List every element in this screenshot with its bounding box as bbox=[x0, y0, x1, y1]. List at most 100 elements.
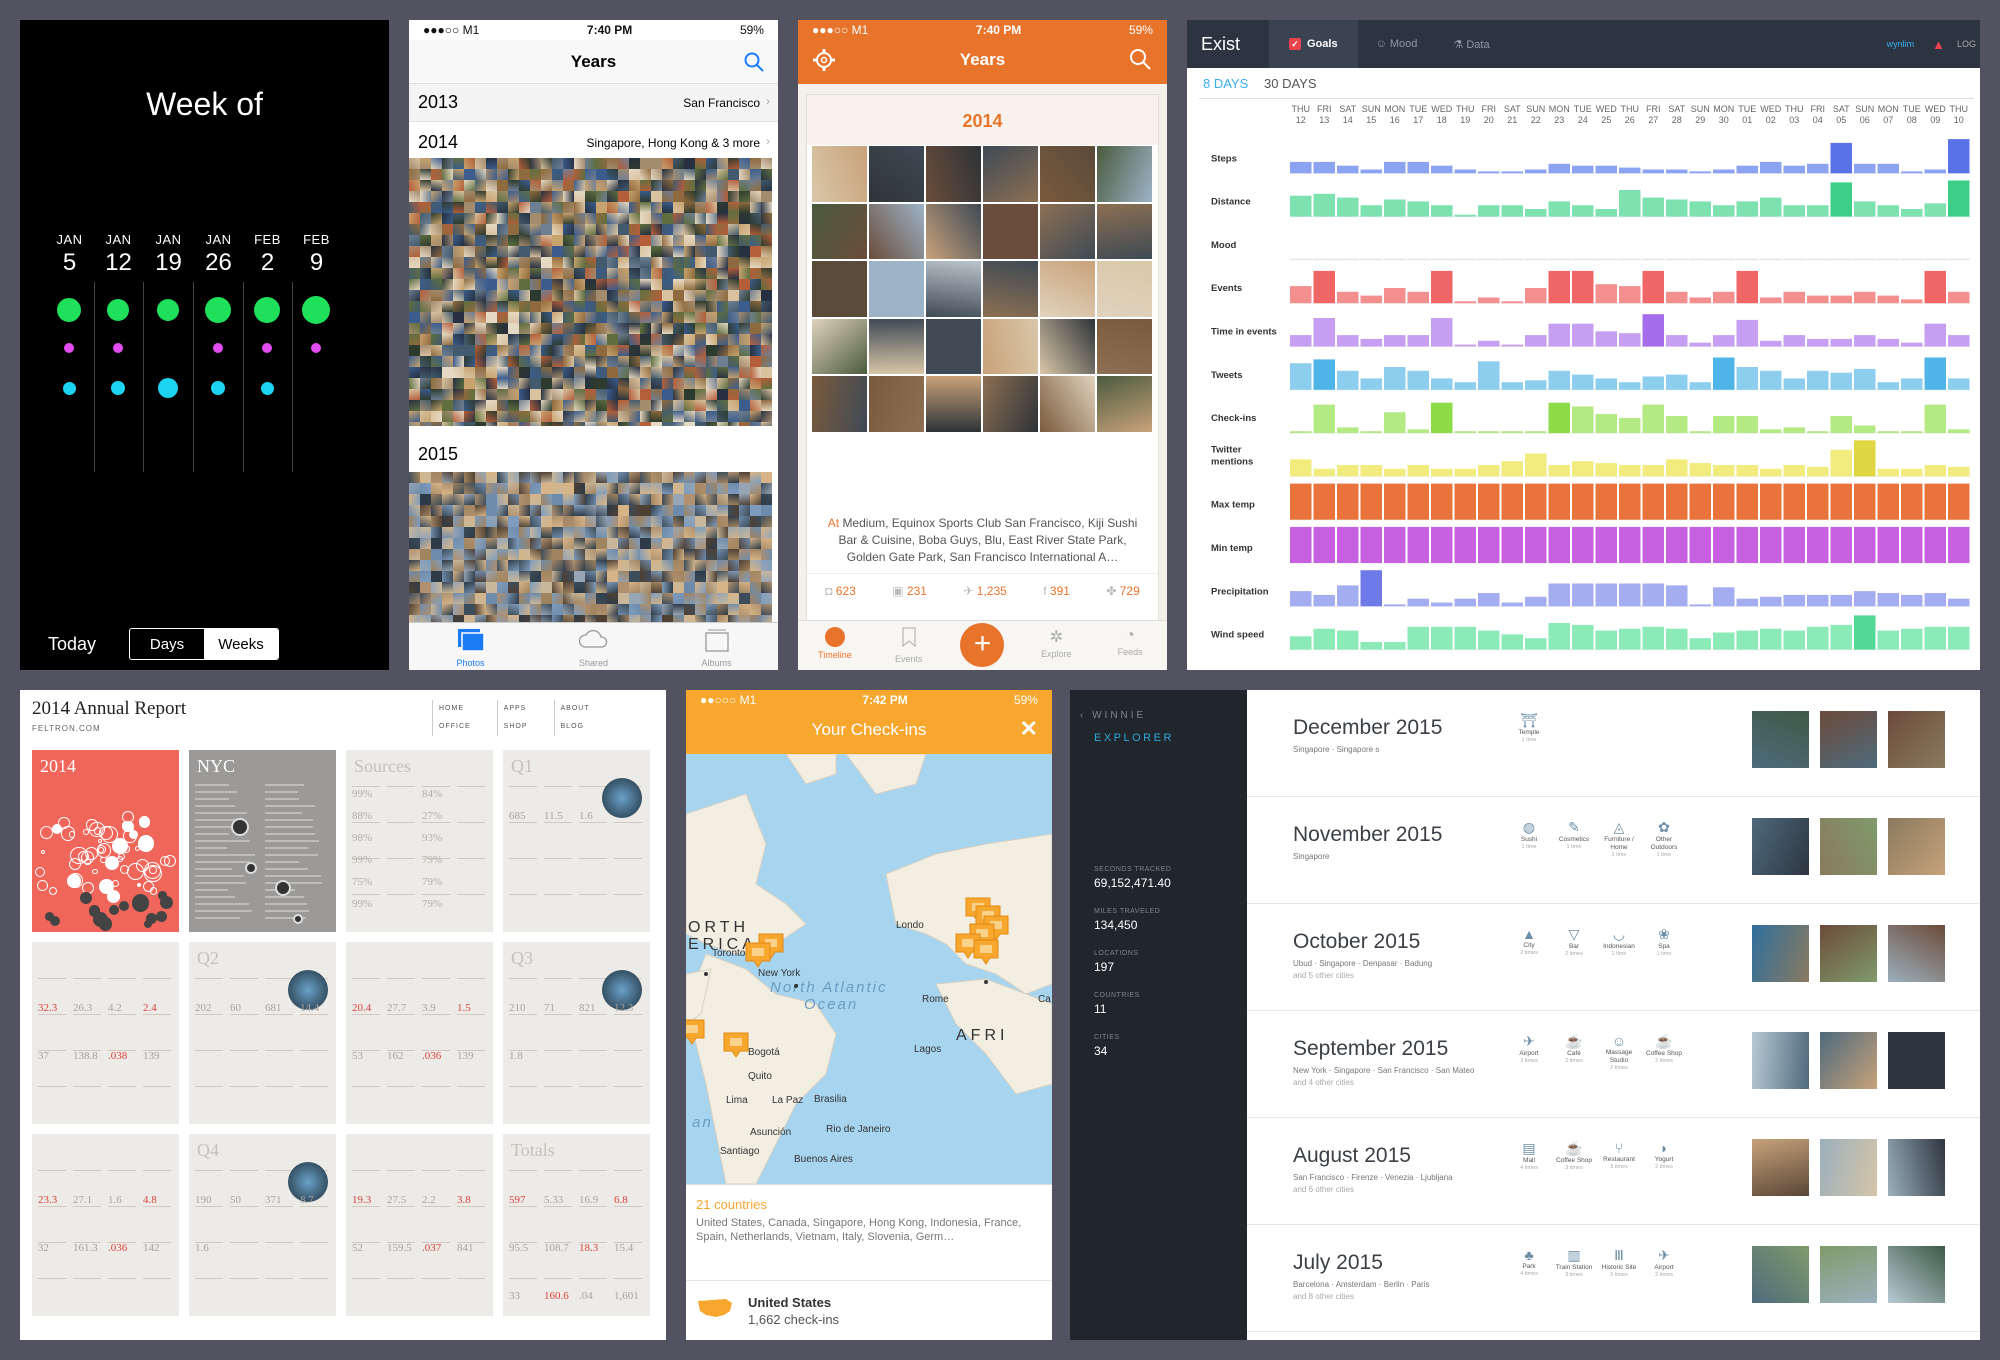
photo-thumbnail[interactable] bbox=[541, 593, 552, 604]
photo-thumbnail[interactable] bbox=[728, 224, 739, 235]
month-row[interactable]: July 2015 Barcelona · Amsterdam · Berlin … bbox=[1247, 1225, 1980, 1332]
photo-thumbnail[interactable] bbox=[607, 378, 618, 389]
photo-thumbnail[interactable] bbox=[453, 224, 464, 235]
metric-bar[interactable] bbox=[1924, 258, 1947, 260]
photo-thumbnail[interactable] bbox=[811, 375, 868, 433]
photo-thumbnail[interactable] bbox=[618, 560, 629, 571]
metric-bar[interactable] bbox=[1948, 258, 1970, 260]
photo-thumbnail[interactable] bbox=[618, 400, 629, 411]
metric-bar[interactable] bbox=[1337, 197, 1359, 217]
photo-thumbnail[interactable] bbox=[596, 593, 607, 604]
photo-thumbnail[interactable] bbox=[684, 560, 695, 571]
photo-thumbnail[interactable] bbox=[695, 494, 706, 505]
photo-thumbnail[interactable] bbox=[662, 224, 673, 235]
metric-bar[interactable] bbox=[1337, 630, 1359, 650]
photo-thumbnail[interactable] bbox=[728, 246, 739, 257]
segment-days[interactable]: Days bbox=[130, 629, 204, 659]
photo-thumbnail[interactable] bbox=[640, 301, 651, 312]
photo-thumbnail[interactable] bbox=[662, 593, 673, 604]
photo-thumbnail[interactable] bbox=[563, 290, 574, 301]
photo-thumbnail[interactable] bbox=[695, 202, 706, 213]
metric-bar[interactable] bbox=[1548, 402, 1571, 434]
metric-bar[interactable] bbox=[1689, 604, 1712, 607]
photo-thumbnail[interactable] bbox=[431, 505, 442, 516]
photo-thumbnail[interactable] bbox=[695, 158, 706, 169]
photo-thumbnail[interactable] bbox=[629, 400, 640, 411]
photo-thumbnail[interactable] bbox=[453, 494, 464, 505]
metric-bar[interactable] bbox=[1360, 642, 1383, 650]
photo-thumbnail[interactable] bbox=[497, 604, 508, 615]
metric-bar[interactable] bbox=[1595, 526, 1618, 563]
photo-thumbnail[interactable] bbox=[761, 494, 772, 505]
photo-thumbnail[interactable] bbox=[530, 246, 541, 257]
photo-thumbnail[interactable] bbox=[464, 158, 475, 169]
photo-thumbnail[interactable] bbox=[662, 411, 673, 422]
photo-thumbnail[interactable] bbox=[453, 235, 464, 246]
photo-thumbnail[interactable] bbox=[728, 571, 739, 582]
photo-thumbnail[interactable] bbox=[453, 213, 464, 224]
photo-thumbnail[interactable] bbox=[640, 549, 651, 560]
photo-thumbnail[interactable] bbox=[442, 367, 453, 378]
photo-thumbnail[interactable] bbox=[431, 483, 442, 494]
photo-thumbnail[interactable] bbox=[530, 191, 541, 202]
metric-bar[interactable] bbox=[1948, 335, 1970, 347]
photo-thumbnail[interactable] bbox=[563, 593, 574, 604]
photo-thumbnail[interactable] bbox=[453, 483, 464, 494]
photo-thumbnail[interactable] bbox=[475, 235, 486, 246]
photo-thumbnail[interactable] bbox=[541, 290, 552, 301]
metric-bar[interactable] bbox=[1713, 416, 1735, 434]
metric-bar[interactable] bbox=[1736, 483, 1759, 520]
metric-bar[interactable] bbox=[1760, 429, 1782, 434]
photo-thumbnail[interactable] bbox=[497, 505, 508, 516]
photo-thumbnail[interactable] bbox=[420, 472, 431, 483]
photo-thumbnail[interactable] bbox=[640, 516, 651, 527]
photo-thumbnail[interactable] bbox=[739, 582, 750, 593]
metric-bar[interactable] bbox=[1877, 382, 1900, 390]
photo-thumbnail[interactable] bbox=[728, 538, 739, 549]
report-tile[interactable]: 23.3 27.1 1.6 4.8 32 161.3.036 142 bbox=[32, 1134, 179, 1316]
metric-bar[interactable] bbox=[1783, 205, 1806, 217]
photo-thumbnail[interactable] bbox=[640, 224, 651, 235]
photo-thumbnail[interactable] bbox=[662, 334, 673, 345]
photo-thumbnail[interactable] bbox=[420, 268, 431, 279]
metric-bar[interactable] bbox=[1501, 171, 1524, 174]
metric-bar[interactable] bbox=[1830, 258, 1853, 260]
photo-thumbnail[interactable] bbox=[739, 494, 750, 505]
report-tile[interactable]: 32.3 26.3 4.2 2.4 37 138.8.038 139 bbox=[32, 942, 179, 1124]
metric-bar[interactable] bbox=[1313, 468, 1336, 477]
photo-thumbnail[interactable] bbox=[695, 538, 706, 549]
metric-bar[interactable] bbox=[1619, 628, 1641, 650]
metric-bar[interactable] bbox=[1689, 201, 1712, 217]
photo-thumbnail[interactable] bbox=[761, 323, 772, 334]
category-item[interactable]: ▥ Train Station 3 times bbox=[1554, 1247, 1594, 1278]
photo-thumbnail[interactable] bbox=[409, 472, 420, 483]
photo-thumbnail[interactable] bbox=[629, 505, 640, 516]
photo-thumbnail[interactable] bbox=[453, 378, 464, 389]
photo-thumbnail[interactable] bbox=[739, 169, 750, 180]
photo-thumbnail[interactable] bbox=[640, 312, 651, 323]
metric-bar[interactable] bbox=[1572, 258, 1594, 260]
metric-bar[interactable] bbox=[1407, 335, 1430, 347]
category-item[interactable]: ✿ Other Outdoors 1 time bbox=[1644, 819, 1684, 858]
photo-thumbnail[interactable] bbox=[431, 494, 442, 505]
metric-bar[interactable] bbox=[1454, 169, 1477, 174]
metric-bar[interactable] bbox=[1454, 626, 1477, 650]
photo-thumbnail[interactable] bbox=[530, 224, 541, 235]
photo-thumbnail[interactable] bbox=[530, 202, 541, 213]
photo-thumbnail[interactable] bbox=[574, 202, 585, 213]
photo-thumbnail[interactable] bbox=[662, 389, 673, 400]
photo-thumbnail[interactable] bbox=[574, 571, 585, 582]
photo-thumbnail[interactable] bbox=[453, 312, 464, 323]
photo-thumbnail[interactable] bbox=[750, 582, 761, 593]
photo-thumbnail[interactable] bbox=[750, 268, 761, 279]
photo-thumbnail[interactable] bbox=[475, 483, 486, 494]
photo-thumbnail[interactable] bbox=[728, 560, 739, 571]
photo-thumbnail[interactable] bbox=[673, 378, 684, 389]
photo-thumbnail[interactable] bbox=[541, 279, 552, 290]
photo-thumbnail[interactable] bbox=[596, 400, 607, 411]
photo-thumbnail[interactable] bbox=[409, 180, 420, 191]
photo-thumbnail[interactable] bbox=[552, 246, 563, 257]
photo-thumbnail[interactable] bbox=[585, 367, 596, 378]
photo-thumbnail[interactable] bbox=[453, 334, 464, 345]
photo-thumbnail[interactable] bbox=[486, 235, 497, 246]
